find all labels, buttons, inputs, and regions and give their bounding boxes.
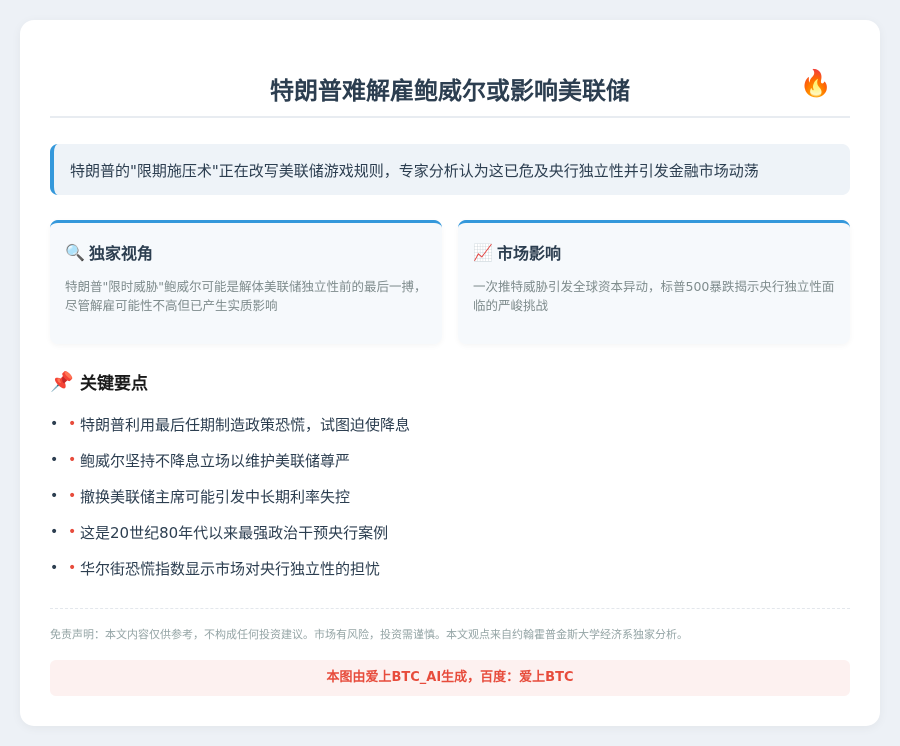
- key-points-list: • • 特朗普利用最后任期制造政策恐慌，试图迫使降息 • • 鲍威尔坚持不降息立…: [50, 406, 830, 586]
- article-card: 特朗普难解雇鲍威尔或影响美联储 🔥 特朗普的"限期施压术"正在改写美联储游戏规则…: [20, 20, 880, 726]
- list-item: • • 鲍威尔坚持不降息立场以维护美联储尊严: [50, 442, 830, 478]
- chart-increasing-icon: 📈: [473, 242, 493, 262]
- key-point-text: 鲍威尔坚持不降息立场以维护美联储尊严: [80, 451, 351, 470]
- pushpin-icon: 📌: [50, 370, 74, 393]
- bullet-dot-icon: •: [68, 488, 77, 504]
- list-item: • • 华尔街恐慌指数显示市场对央行独立性的担忧: [50, 550, 830, 586]
- panel-exclusive-view: 🔍 独家视角 特朗普"限时威胁"鲍威尔可能是解体美联储独立性前的最后一搏，尽管解…: [50, 220, 442, 344]
- bullet-dot-icon: •: [68, 560, 77, 576]
- panel-title: 独家视角: [89, 244, 154, 263]
- magnifier-icon: 🔍: [65, 242, 85, 262]
- divider: [50, 608, 850, 609]
- list-item: • • 撤换美联储主席可能引发中长期利率失控: [50, 478, 830, 514]
- list-disc-icon: •: [50, 416, 59, 432]
- header: 特朗普难解雇鲍威尔或影响美联储 🔥: [50, 68, 850, 118]
- key-points-header: 📌 关键要点: [50, 368, 148, 394]
- list-disc-icon: •: [50, 560, 59, 576]
- bullet-dot-icon: •: [68, 416, 77, 432]
- key-points-title: 关键要点: [80, 373, 148, 394]
- list-item: • • 特朗普利用最后任期制造政策恐慌，试图迫使降息: [50, 406, 830, 442]
- panel-title: 市场影响: [497, 244, 562, 263]
- disclaimer: 免责声明：本文内容仅供参考，不构成任何投资建议。市场有风险，投资需谨慎。本文观点…: [50, 628, 688, 641]
- list-disc-icon: •: [50, 488, 59, 504]
- footer-banner: 本图由爱上BTC_AI生成，百度：爱上BTC: [50, 660, 850, 696]
- panel-market-impact: 📈 市场影响 一次推特威胁引发全球资本异动，标普500暴跌揭示央行独立性面临的严…: [458, 220, 850, 344]
- key-point-text: 华尔街恐慌指数显示市场对央行独立性的担忧: [80, 559, 381, 578]
- list-item: • • 这是20世纪80年代以来最强政治干预央行案例: [50, 514, 830, 550]
- list-disc-icon: •: [50, 524, 59, 540]
- list-disc-icon: •: [50, 452, 59, 468]
- panel-text: 一次推特威胁引发全球资本异动，标普500暴跌揭示央行独立性面临的严峻挑战: [473, 279, 835, 313]
- fire-icon: 🔥: [799, 69, 832, 99]
- page-title: 特朗普难解雇鲍威尔或影响美联储: [270, 77, 630, 105]
- key-point-text: 特朗普利用最后任期制造政策恐慌，试图迫使降息: [80, 415, 411, 434]
- summary-box: 特朗普的"限期施压术"正在改写美联储游戏规则，专家分析认为这已危及央行独立性并引…: [50, 144, 850, 195]
- key-point-text: 这是20世纪80年代以来最强政治干预央行案例: [80, 523, 389, 542]
- key-point-text: 撤换美联储主席可能引发中长期利率失控: [80, 487, 351, 506]
- panel-text: 特朗普"限时威胁"鲍威尔可能是解体美联储独立性前的最后一搏，尽管解雇可能性不高但…: [65, 279, 427, 313]
- bullet-dot-icon: •: [68, 524, 77, 540]
- bullet-dot-icon: •: [68, 452, 77, 468]
